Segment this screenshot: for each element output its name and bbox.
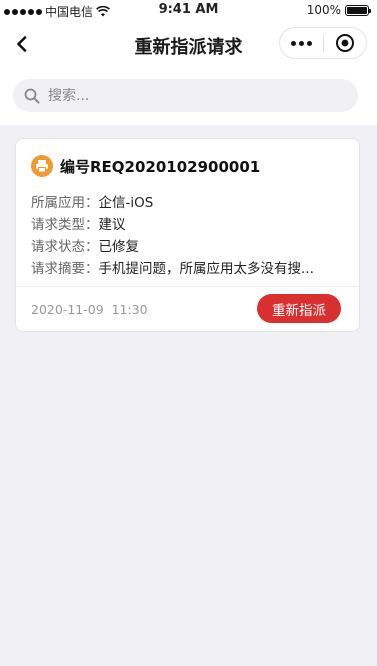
search-input[interactable] xyxy=(48,87,328,104)
navigation-bar: 重新指派请求 xyxy=(0,20,377,70)
printer-icon xyxy=(31,155,53,177)
request-timestamp: 2020-11-09 11:30 xyxy=(31,302,148,317)
field-summary-label: 请求摘要： xyxy=(31,261,99,277)
reassign-button[interactable]: 重新指派 xyxy=(257,294,341,323)
status-bar-right: 100% xyxy=(306,3,371,17)
status-bar: 中国电信 9:41 AM 100% xyxy=(0,0,377,20)
field-summary-value: 手机提问题，所属应用太多没有搜... xyxy=(98,261,314,277)
field-status: 请求状态：已修复 xyxy=(31,235,139,255)
field-type-value: 建议 xyxy=(98,217,126,233)
target-icon xyxy=(335,34,354,52)
more-dots-icon xyxy=(290,40,312,46)
field-status-label: 请求状态： xyxy=(31,239,99,255)
request-number: 编号REQ2020102900001 xyxy=(60,157,261,176)
search-bar[interactable] xyxy=(13,79,358,112)
field-app: 所属应用：企信-iOS xyxy=(31,191,153,211)
field-type: 请求类型：建议 xyxy=(31,213,126,233)
request-card[interactable]: 编号REQ2020102900001 所属应用：企信-iOS 请求类型：建议 请… xyxy=(15,138,360,332)
battery-percent: 100% xyxy=(306,3,341,17)
more-button[interactable] xyxy=(280,28,323,58)
close-capsule-button[interactable] xyxy=(324,28,367,58)
mini-program-capsule xyxy=(279,27,367,59)
field-summary: 请求摘要：手机提问题，所属应用太多没有搜... xyxy=(31,257,314,277)
card-divider xyxy=(16,286,359,287)
field-type-label: 请求类型： xyxy=(31,217,99,233)
field-app-value: 企信-iOS xyxy=(98,195,154,211)
request-header: 编号REQ2020102900001 xyxy=(31,155,260,177)
search-section xyxy=(0,70,377,125)
battery-icon xyxy=(345,4,371,16)
search-icon xyxy=(24,88,40,103)
field-app-label: 所属应用： xyxy=(31,195,99,211)
field-status-value: 已修复 xyxy=(98,239,140,255)
